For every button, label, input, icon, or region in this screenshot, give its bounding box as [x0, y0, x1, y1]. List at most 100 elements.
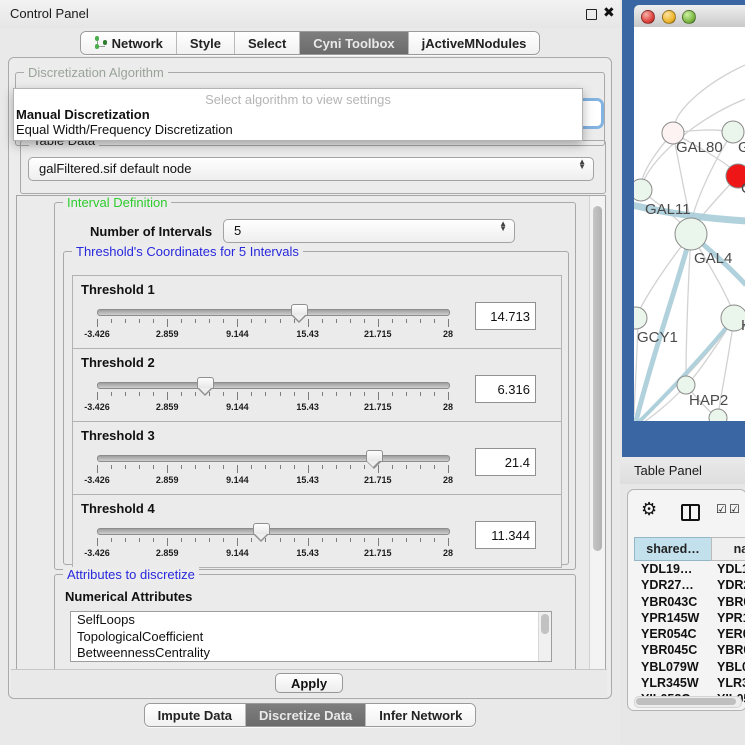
column-header-shared[interactable]: shared… — [634, 537, 712, 561]
table-row[interactable]: YBR043CYBR043C — [634, 594, 745, 610]
table-panel-header: Table Panel — [620, 457, 745, 484]
table-cell[interactable]: YLR345W — [710, 675, 745, 691]
control-panel-window: Control Panel ✖ NetworkStyle Select Cyni T… — [0, 0, 620, 745]
network-canvas[interactable]: GAL80 GA C GAL11 GAL4 GCY1 H HAP2 — [634, 27, 745, 421]
attribute-list-item[interactable]: TopologicalCoefficient — [71, 629, 551, 646]
table-cell[interactable]: YBL079W — [634, 659, 710, 675]
slider-ticks — [97, 392, 448, 401]
table-cell[interactable]: YBL079W — [710, 659, 745, 675]
tab-cyni-toolbox[interactable]: Cyni Toolbox — [300, 32, 408, 54]
checkbox-icon[interactable]: ☑ — [729, 502, 740, 516]
table-data-combo[interactable]: galFiltered.sif default node ▲▼ — [28, 157, 594, 181]
numerical-attributes-list[interactable]: SelfLoopsTopologicalCoefficientBetweenne… — [70, 611, 552, 662]
close-icon[interactable]: ✖ — [603, 4, 615, 21]
node-gal11[interactable] — [634, 179, 652, 201]
table-cell[interactable]: YPR145W — [710, 610, 745, 626]
slider-track[interactable] — [97, 528, 450, 535]
scrollbar-thumb[interactable] — [593, 206, 602, 551]
combo-stepper-icon: ▲▼ — [578, 160, 586, 170]
network-icon — [94, 36, 107, 50]
slider-tick-labels: -3.4262.8599.14415.4321.71528 — [97, 402, 448, 412]
node-label: GAL11 — [645, 201, 691, 218]
algorithm-option-equal-width[interactable]: Equal Width/Frequency Discretization — [16, 122, 233, 137]
slider-tick-labels: -3.4262.8599.14415.4321.71528 — [97, 548, 448, 558]
tab-discretize-data[interactable]: Discretize Data — [246, 704, 366, 726]
slider-thumb[interactable] — [366, 450, 383, 461]
table-cell[interactable]: YDR27… — [710, 577, 745, 593]
float-window-icon[interactable] — [586, 9, 597, 20]
tab-impute-data[interactable]: Impute Data — [145, 704, 246, 726]
attribute-list-item[interactable]: SelfLoops — [71, 612, 551, 629]
algorithm-option-manual[interactable]: Manual Discretization — [16, 107, 150, 122]
settings-scrollbar[interactable] — [589, 196, 605, 670]
node-bottom-partial[interactable] — [709, 409, 727, 421]
table-body: YDL19…YDL19…YDR27…YDR27…YBR043CYBR043CYP… — [634, 561, 745, 708]
apply-bar: Apply — [11, 669, 607, 697]
table-row[interactable]: YBL079WYBL079W — [634, 659, 745, 675]
slider-track[interactable] — [97, 455, 450, 462]
table-row[interactable]: YBR045CYBR045C — [634, 642, 745, 658]
threshold-3-slider[interactable]: -3.4262.8599.14415.4321.71528 — [73, 450, 473, 492]
zoom-traffic-light-icon[interactable] — [682, 10, 696, 24]
table-panel: ⚙ ☑ ☑ shared… name YDL19…YDL19…YDR27…YDR… — [627, 489, 745, 711]
table-cell[interactable]: YER054C — [710, 626, 745, 642]
number-of-intervals-spinner[interactable]: 5 ▲▼ — [223, 219, 515, 243]
numerical-attributes-label: Numerical Attributes — [65, 589, 192, 604]
slider-thumb[interactable] — [291, 304, 308, 315]
interval-definition-group: Interval Definition Number of Intervals … — [54, 202, 576, 570]
threshold-1-slider[interactable]: -3.4262.8599.14415.4321.71528 — [73, 304, 473, 346]
list-scrollbar[interactable] — [538, 612, 551, 661]
table-cell[interactable]: YBR045C — [710, 642, 745, 658]
threshold-1-value-input[interactable] — [475, 302, 536, 330]
table-cell[interactable]: YBR043C — [710, 594, 745, 610]
scrollbar-thumb[interactable] — [636, 698, 736, 705]
table-row[interactable]: YLR345WYLR345W — [634, 675, 745, 691]
slider-track[interactable] — [97, 382, 450, 389]
node-gcy1[interactable] — [634, 307, 647, 329]
spinner-arrows-icon: ▲▼ — [499, 222, 507, 232]
window-title: Control Panel — [10, 6, 89, 21]
table-row[interactable]: YER054CYER054C — [634, 626, 745, 642]
threshold-2-value-input[interactable] — [475, 375, 536, 403]
node-gal4[interactable] — [675, 218, 707, 250]
table-row[interactable]: YDL19…YDL19… — [634, 561, 745, 577]
tab-label: jActiveMNodules — [422, 36, 527, 51]
slider-track[interactable] — [97, 309, 450, 316]
threshold-4-slider[interactable]: -3.4262.8599.14415.4321.71528 — [73, 523, 473, 565]
tab-label: Select — [248, 36, 286, 51]
table-cell[interactable]: YLR345W — [634, 675, 710, 691]
tab-label: Discretize Data — [259, 708, 352, 723]
slider-tick-labels: -3.4262.8599.14415.4321.71528 — [97, 329, 448, 339]
table-cell[interactable]: YDR27… — [634, 577, 710, 593]
network-graph: GAL80 GA C GAL11 GAL4 GCY1 H HAP2 — [634, 27, 745, 421]
table-cell[interactable]: YER054C — [634, 626, 710, 642]
threshold-label: Threshold 1 — [81, 282, 155, 297]
tab-network[interactable]: Network — [81, 32, 177, 54]
close-traffic-light-icon[interactable] — [641, 10, 655, 24]
table-row[interactable]: YDR27…YDR27… — [634, 577, 745, 593]
tab-jactivemnodules[interactable]: jActiveMNodules — [409, 32, 540, 54]
column-header-name[interactable]: name — [711, 537, 745, 561]
table-cell[interactable]: YBR043C — [634, 594, 710, 610]
threshold-2-slider[interactable]: -3.4262.8599.14415.4321.71528 — [73, 377, 473, 419]
slider-thumb[interactable] — [253, 523, 270, 534]
horizontal-scrollbar[interactable] — [634, 696, 742, 708]
threshold-3-value-input[interactable] — [475, 448, 536, 476]
tab-style[interactable]: Style — [177, 32, 235, 54]
attribute-list-item[interactable]: BetweennessCentrality — [71, 645, 551, 662]
tab-infer-network[interactable]: Infer Network — [366, 704, 475, 726]
table-cell[interactable]: YPR145W — [634, 610, 710, 626]
table-cell[interactable]: YDL19… — [710, 561, 745, 577]
checkbox-icon[interactable]: ☑ — [716, 502, 727, 516]
threshold-4-value-input[interactable] — [475, 521, 536, 549]
slider-thumb[interactable] — [197, 377, 214, 388]
apply-button[interactable]: Apply — [275, 673, 343, 693]
split-columns-icon[interactable] — [681, 504, 700, 521]
slider-ticks — [97, 465, 448, 474]
table-cell[interactable]: YDL19… — [634, 561, 710, 577]
table-row[interactable]: YPR145WYPR145W — [634, 610, 745, 626]
tab-select[interactable]: Select — [235, 32, 300, 54]
minimize-traffic-light-icon[interactable] — [662, 10, 676, 24]
gear-icon[interactable]: ⚙ — [641, 499, 657, 520]
table-cell[interactable]: YBR045C — [634, 642, 710, 658]
